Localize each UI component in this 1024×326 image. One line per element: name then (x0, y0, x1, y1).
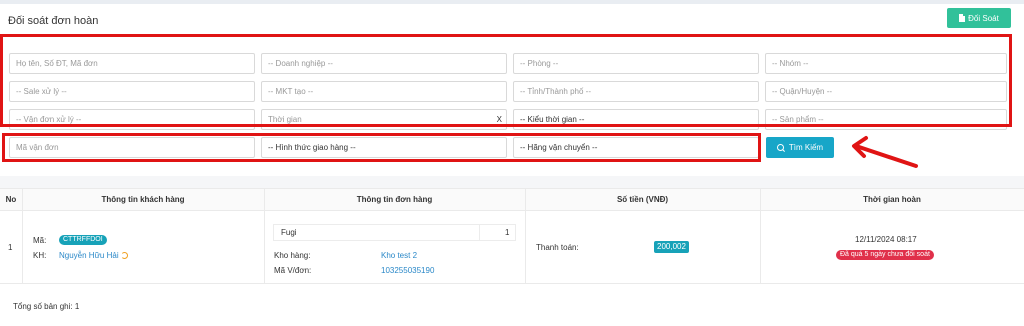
search-button[interactable]: Tìm Kiếm (766, 137, 834, 158)
header-amount: Số tiền (VNĐ) (616, 195, 669, 204)
code-label: Mã: (33, 236, 47, 245)
warehouse-label: Kho hàng: (274, 251, 311, 260)
product-select[interactable]: -- Sản phẩm -- (765, 109, 1007, 130)
header-customer-info: Thông tin khách hàng (101, 195, 185, 204)
total-records: Tổng số bản ghi: 1 (13, 302, 80, 311)
doisoat-button-label: Đối Soát (968, 13, 999, 23)
mkt-select[interactable]: -- MKT tạo -- (261, 81, 507, 102)
row-number: 1 (8, 243, 13, 252)
customer-label: KH: (33, 251, 47, 260)
red-arrow-icon (852, 136, 918, 168)
product-divider (479, 225, 480, 240)
header-return-time: Thời gian hoàn (863, 195, 921, 204)
payment-label: Thanh toán: (536, 243, 579, 252)
time-range-input[interactable]: Thời gian X (261, 109, 507, 130)
customer-name-link[interactable]: Nguyễn Hữu Hải (59, 251, 119, 260)
search-input[interactable]: Họ tên, Số ĐT, Mã đơn (9, 53, 255, 74)
tracking-label: Mã V/đơn: (274, 266, 312, 275)
tracking-code-input[interactable]: Mã vận đơn (9, 137, 255, 158)
group-select[interactable]: -- Nhóm -- (765, 53, 1007, 74)
document-icon (959, 14, 966, 22)
search-button-label: Tìm Kiếm (788, 143, 824, 152)
province-select[interactable]: -- Tỉnh/Thành phố -- (513, 81, 759, 102)
header-no: No (5, 195, 17, 204)
sale-select[interactable]: -- Sale xử lý -- (9, 81, 255, 102)
table-header: No Thông tin khách hàng Thông tin đơn hà… (0, 188, 1024, 211)
return-time: 12/11/2024 08:17 (855, 235, 917, 244)
delivery-method-select[interactable]: -- Hình thức giao hàng -- (261, 137, 507, 158)
table-row (0, 211, 1024, 284)
tracking-link[interactable]: 103255035190 (381, 266, 434, 275)
header-order-info: Thông tin đơn hàng (356, 195, 433, 204)
order-code-badge: CTTRFFDOI (59, 235, 107, 245)
shipping-handler-select[interactable]: -- Vận đơn xử lý -- (9, 109, 255, 130)
clear-time-button[interactable]: X (497, 110, 502, 129)
product-line (273, 224, 516, 241)
product-quantity: 1 (505, 228, 510, 237)
warehouse-link[interactable]: Kho test 2 (381, 251, 417, 260)
page-title: Đối soát đơn hoàn (8, 15, 99, 27)
history-icon[interactable] (120, 252, 128, 259)
carrier-select[interactable]: -- Hãng vận chuyển -- (513, 137, 759, 158)
top-bar (0, 0, 1024, 4)
product-name: Fugi (281, 228, 297, 237)
amount-badge: 200,002 (654, 241, 689, 253)
search-icon (776, 143, 785, 152)
table-top-spacer (0, 176, 1024, 188)
district-select[interactable]: -- Quận/Huyện -- (765, 81, 1007, 102)
status-badge: Đã quá 5 ngày chưa đối soát (836, 250, 934, 260)
department-select[interactable]: -- Phòng -- (513, 53, 759, 74)
customer-name-group: Nguyễn Hữu Hải (59, 251, 128, 260)
time-range-text: Thời gian (268, 115, 302, 124)
doisoat-button[interactable]: Đối Soát (947, 8, 1011, 28)
time-type-select[interactable]: -- Kiểu thời gian -- (513, 109, 759, 130)
enterprise-select[interactable]: -- Doanh nghiệp -- (261, 53, 507, 74)
